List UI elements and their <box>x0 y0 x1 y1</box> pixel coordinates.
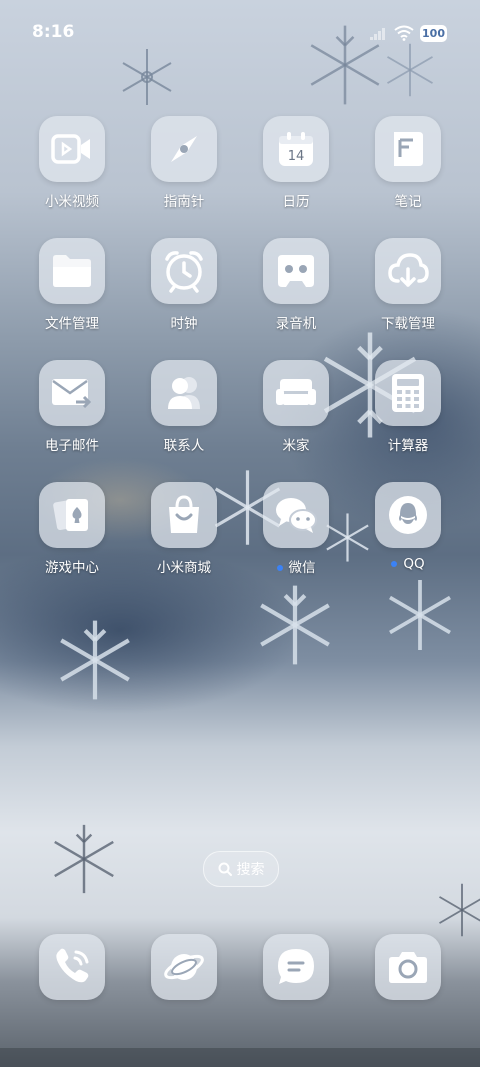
camera-icon <box>375 934 441 1000</box>
snowflake-decoration <box>260 585 330 665</box>
new-notification-dot <box>391 561 398 567</box>
clock-icon <box>151 238 217 304</box>
calendar-icon: 14 <box>263 116 329 182</box>
mail-icon <box>39 360 105 426</box>
app-mijia[interactable]: 米家 <box>248 360 344 454</box>
messages-icon <box>263 934 329 1000</box>
dock-messages[interactable] <box>248 934 344 1000</box>
search-label: 搜索 <box>236 862 265 878</box>
contacts-icon <box>151 360 217 426</box>
dock-camera[interactable] <box>360 934 456 1000</box>
sofa-icon <box>263 360 329 426</box>
browser-planet-icon <box>151 934 217 1000</box>
qq-icon <box>375 482 441 548</box>
app-notes[interactable]: 笔记 <box>360 116 456 210</box>
app-label: 文件管理 <box>45 316 99 332</box>
search-icon <box>218 862 232 876</box>
app-email[interactable]: 电子邮件 <box>24 360 120 454</box>
status-time: 8:16 <box>32 22 75 42</box>
app-label: 电子邮件 <box>45 438 99 454</box>
snowflake-decoration <box>387 43 433 97</box>
notes-icon <box>375 116 441 182</box>
app-qq[interactable]: QQ <box>360 482 456 572</box>
app-xiaomi-video[interactable]: 小米视频 <box>24 116 120 210</box>
wechat-icon <box>263 482 329 548</box>
app-recorder[interactable]: 录音机 <box>248 238 344 332</box>
app-clock[interactable]: 时钟 <box>136 238 232 332</box>
new-notification-dot <box>276 565 283 571</box>
app-mi-store[interactable]: 小米商城 <box>136 482 232 576</box>
app-file-manager[interactable]: 文件管理 <box>24 238 120 332</box>
wifi-icon <box>394 25 414 41</box>
app-label: 笔记 <box>394 194 422 210</box>
download-icon <box>375 238 441 304</box>
app-compass[interactable]: 指南针 <box>136 116 232 210</box>
app-label: 指南针 <box>163 194 205 210</box>
recorder-icon <box>263 238 329 304</box>
search-button[interactable]: 搜索 <box>203 851 279 887</box>
cards-icon <box>39 482 105 548</box>
video-icon <box>39 116 105 182</box>
app-label: 日历 <box>282 194 310 210</box>
snowflake-decoration <box>54 824 114 894</box>
app-label-text: 微信 <box>288 560 316 576</box>
app-calculator[interactable]: 计算器 <box>360 360 456 454</box>
app-game-center[interactable]: 游戏中心 <box>24 482 120 576</box>
home-bar <box>0 1048 480 1067</box>
app-label: 联系人 <box>163 438 205 454</box>
snowflake-decoration <box>389 580 451 650</box>
app-label: 小米视频 <box>45 194 99 210</box>
calculator-icon <box>375 360 441 426</box>
app-label: 录音机 <box>275 316 317 332</box>
dock-browser[interactable] <box>136 934 232 1000</box>
app-label: 微信 <box>248 556 344 576</box>
app-calendar[interactable]: 14 日历 <box>248 116 344 210</box>
app-label-text: QQ <box>403 556 425 572</box>
shopping-bag-icon <box>151 482 217 548</box>
dock-phone[interactable] <box>24 934 120 1000</box>
compass-icon <box>151 116 217 182</box>
app-download-manager[interactable]: 下载管理 <box>360 238 456 332</box>
app-label: QQ <box>360 556 456 572</box>
phone-icon <box>39 934 105 1000</box>
snowflake-decoration <box>310 25 380 105</box>
app-label: 游戏中心 <box>45 560 99 576</box>
app-label: 下载管理 <box>381 316 435 332</box>
app-label: 时钟 <box>170 316 198 332</box>
snowflake-decoration <box>60 620 130 700</box>
app-label: 米家 <box>282 438 310 454</box>
calendar-date: 14 <box>288 149 305 164</box>
app-contacts[interactable]: 联系人 <box>136 360 232 454</box>
snowflake-decoration <box>439 883 480 937</box>
folder-icon <box>39 238 105 304</box>
app-wechat[interactable]: 微信 <box>248 482 344 576</box>
app-label: 计算器 <box>387 438 429 454</box>
app-label: 小米商城 <box>157 560 211 576</box>
snowflake-decoration <box>122 49 172 105</box>
